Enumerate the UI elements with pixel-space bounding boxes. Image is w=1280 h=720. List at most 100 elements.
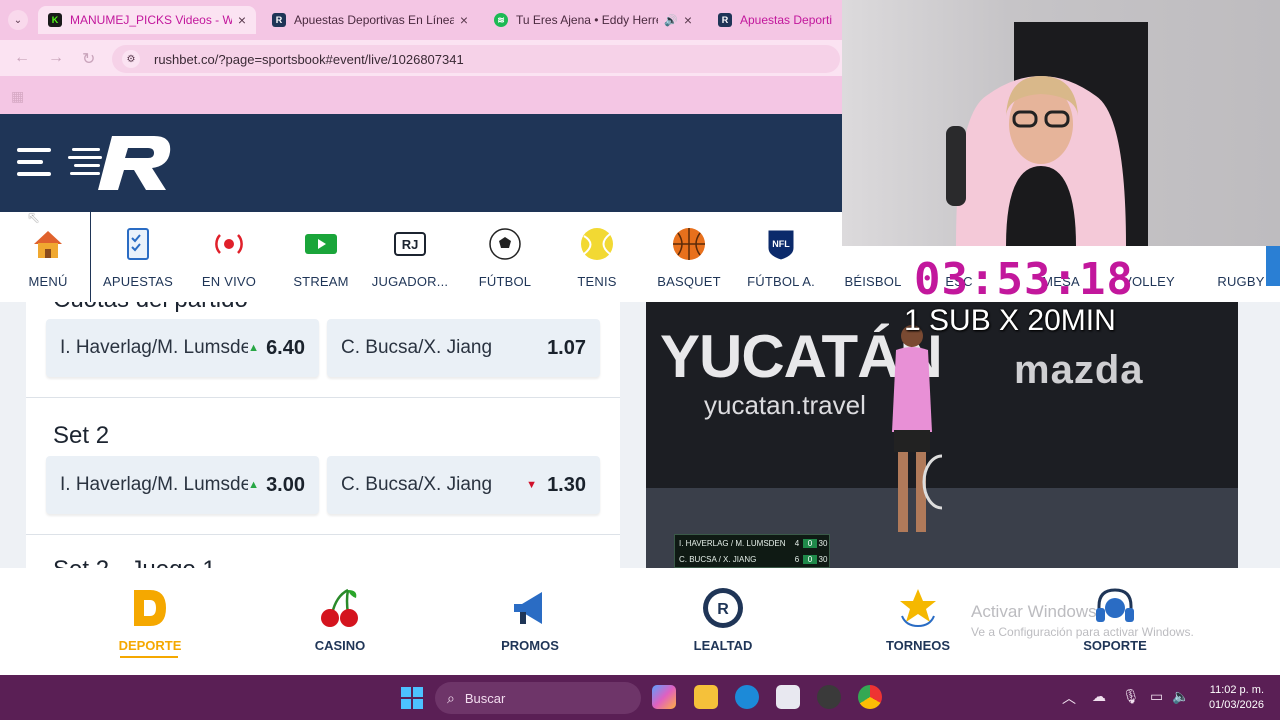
taskbar-clock[interactable]: 11:02 p. m. 01/03/2026 [1200, 683, 1264, 713]
spotify-icon: ≋ [494, 13, 508, 27]
odds-button-away[interactable]: C. Bucsa/X. Jiang ▼ 1.30 [327, 456, 600, 514]
nav-scroll-right[interactable] [1266, 242, 1280, 286]
selection-name: C. Bucsa/X. Jiang [341, 337, 493, 358]
nav-stream[interactable]: STREAM [276, 212, 366, 302]
nav-futbol-americano[interactable]: NFL FÚTBOL A. [736, 212, 826, 302]
bottom-nav-label: DEPORTE [118, 638, 182, 653]
nav-basquet[interactable]: BASQUET [644, 212, 734, 302]
nav-tenis[interactable]: TENIS [552, 212, 642, 302]
tab-close-icon[interactable]: × [684, 12, 692, 28]
cloud-icon[interactable]: ☁ [1092, 688, 1106, 705]
browser-tab-3[interactable]: ≋ Tu Eres Ajena • Eddy Herrer 🔊 × [484, 6, 702, 34]
obs-icon[interactable] [817, 685, 841, 709]
nav-en-vivo[interactable]: EN VIVO [184, 212, 274, 302]
odds-down-arrow-icon: ▼ [526, 479, 538, 491]
rushbet-icon: R [272, 13, 286, 27]
nav-label: TENIS [577, 274, 617, 289]
market-title: Cuotas del partido [53, 302, 248, 314]
microphone-icon[interactable]: 🎙 [1122, 688, 1140, 705]
copilot-icon[interactable] [652, 685, 676, 709]
tab-title: Apuestas Deportivas [740, 13, 832, 27]
scoreboard-sets: 4 [794, 538, 800, 548]
bottom-nav-lealtad[interactable]: R LEALTAD [653, 568, 793, 675]
basketball-icon [673, 228, 705, 260]
svg-text:R: R [717, 601, 729, 618]
odds-value: 6.40 [266, 336, 305, 359]
nav-apuestas[interactable]: APUESTAS [93, 212, 183, 302]
browser-tab-4[interactable]: R Apuestas Deportivas [708, 6, 842, 34]
rushbet-logo[interactable] [68, 134, 176, 192]
market-divider [26, 534, 620, 535]
bookmarks-bar: ▦ [0, 76, 842, 114]
scoreboard-team: I. HAVERLAG / M. LUMSDEN [679, 538, 786, 548]
streamer-figure [946, 76, 1126, 246]
odds-value: 3.00 [266, 473, 305, 496]
loyalty-badge-icon: R [703, 588, 743, 628]
store-icon[interactable] [776, 685, 800, 709]
nav-futbol[interactable]: FÚTBOL [460, 212, 550, 302]
nav-label: STREAM [293, 274, 349, 289]
odds-value: 1.30 [547, 473, 586, 496]
scoreboard-game: 0 [803, 538, 817, 548]
markets-panel: Cuotas del partido I. Haverlag/M. Lumsde… [26, 302, 620, 568]
url-field[interactable]: ⚙ rushbet.co/?page=sportsbook#event/live… [112, 45, 840, 73]
selection-name: I. Haverlag/M. Lumsden [60, 474, 249, 495]
edge-icon[interactable] [735, 685, 759, 709]
trophy-star-icon [900, 589, 936, 628]
megaphone-icon [514, 592, 542, 624]
home-icon [34, 231, 62, 258]
forward-arrow-icon[interactable]: → [48, 49, 64, 67]
chrome-icon[interactable] [858, 685, 882, 709]
rj-icon: RJ [394, 232, 426, 256]
volume-icon[interactable]: 🔈 [1172, 688, 1189, 705]
browser-tab-bar: ⌄ K MANUMEJ_PICKS Videos - Wat × R Apues… [0, 0, 842, 40]
windows-start-icon[interactable] [401, 687, 423, 709]
bottom-nav-label: CASINO [314, 638, 366, 653]
bottom-nav-deporte[interactable]: DEPORTE [80, 568, 220, 675]
selection-name: C. Bucsa/X. Jiang [341, 474, 493, 495]
tray-chevron-icon[interactable]: ︿ [1062, 688, 1076, 708]
market-title: Set 2 - Juego 1 [53, 556, 216, 568]
nav-menu[interactable]: MENÚ [3, 212, 93, 302]
scoreboard-game: 0 [803, 554, 817, 564]
hamburger-menu-icon[interactable] [17, 148, 51, 184]
tennis-ball-icon [581, 228, 613, 260]
clock-date: 01/03/2026 [1208, 699, 1264, 711]
odds-button-away[interactable]: C. Bucsa/X. Jiang 1.07 [327, 319, 600, 377]
windows-activation-watermark: Activar Windows Ve a Configuración para … [971, 602, 1194, 639]
nav-separator [90, 212, 91, 302]
tv-scoreboard: I. HAVERLAG / M. LUMSDEN 4 0 30 C. BUCSA… [674, 534, 830, 568]
nfl-icon: NFL [767, 229, 795, 261]
bottom-nav-casino[interactable]: CASINO [270, 568, 410, 675]
cherries-icon [321, 588, 358, 627]
tab-close-icon[interactable]: × [238, 12, 246, 28]
taskbar-search[interactable]: ⌕ Buscar [435, 682, 641, 714]
scoreboard-row: I. HAVERLAG / M. LUMSDEN 4 0 30 [675, 535, 829, 551]
browser-tab-1[interactable]: K MANUMEJ_PICKS Videos - Wat × [38, 6, 256, 34]
bottom-nav-torneos[interactable]: TORNEOS [848, 568, 988, 675]
odds-button-home[interactable]: I. Haverlag/M. Lumsden ▲ 6.40 [46, 319, 319, 377]
tab-close-icon[interactable]: × [460, 12, 468, 28]
bottom-nav-promos[interactable]: PROMOS [460, 568, 600, 675]
kick-icon: K [48, 13, 62, 27]
odds-up-arrow-icon: ▲ [248, 479, 260, 491]
bottom-nav-label: LEALTAD [693, 638, 753, 653]
file-explorer-icon[interactable] [694, 685, 718, 709]
market-divider [26, 397, 620, 398]
speaker-icon[interactable]: 🔊 [664, 14, 678, 27]
tab-title: Tu Eres Ajena • Eddy Herrer [516, 13, 659, 27]
stream-icon [305, 234, 337, 254]
nav-jugador[interactable]: RJ JUGADOR... [365, 212, 455, 302]
event-content: Cuotas del partido I. Haverlag/M. Lumsde… [0, 302, 1280, 568]
network-icon[interactable]: ▭ [1150, 688, 1163, 705]
site-settings-icon[interactable]: ⚙ [122, 50, 140, 68]
tab-search-chevron-icon[interactable]: ⌄ [8, 10, 28, 30]
stream-timer: 03:53:18 [914, 254, 1134, 305]
apps-grid-icon[interactable]: ▦ [11, 88, 24, 105]
live-stream-video[interactable]: YUCATÁN yucatan.travel mazda I. HAVERLAG… [646, 302, 1238, 568]
odds-button-home[interactable]: I. Haverlag/M. Lumsden ▲ 3.00 [46, 456, 319, 514]
back-arrow-icon[interactable]: ← [14, 49, 30, 67]
reload-icon[interactable]: ↻ [82, 49, 95, 69]
browser-tab-2[interactable]: R Apuestas Deportivas En Línea | × [262, 6, 478, 34]
nav-label: JUGADOR... [371, 274, 449, 289]
